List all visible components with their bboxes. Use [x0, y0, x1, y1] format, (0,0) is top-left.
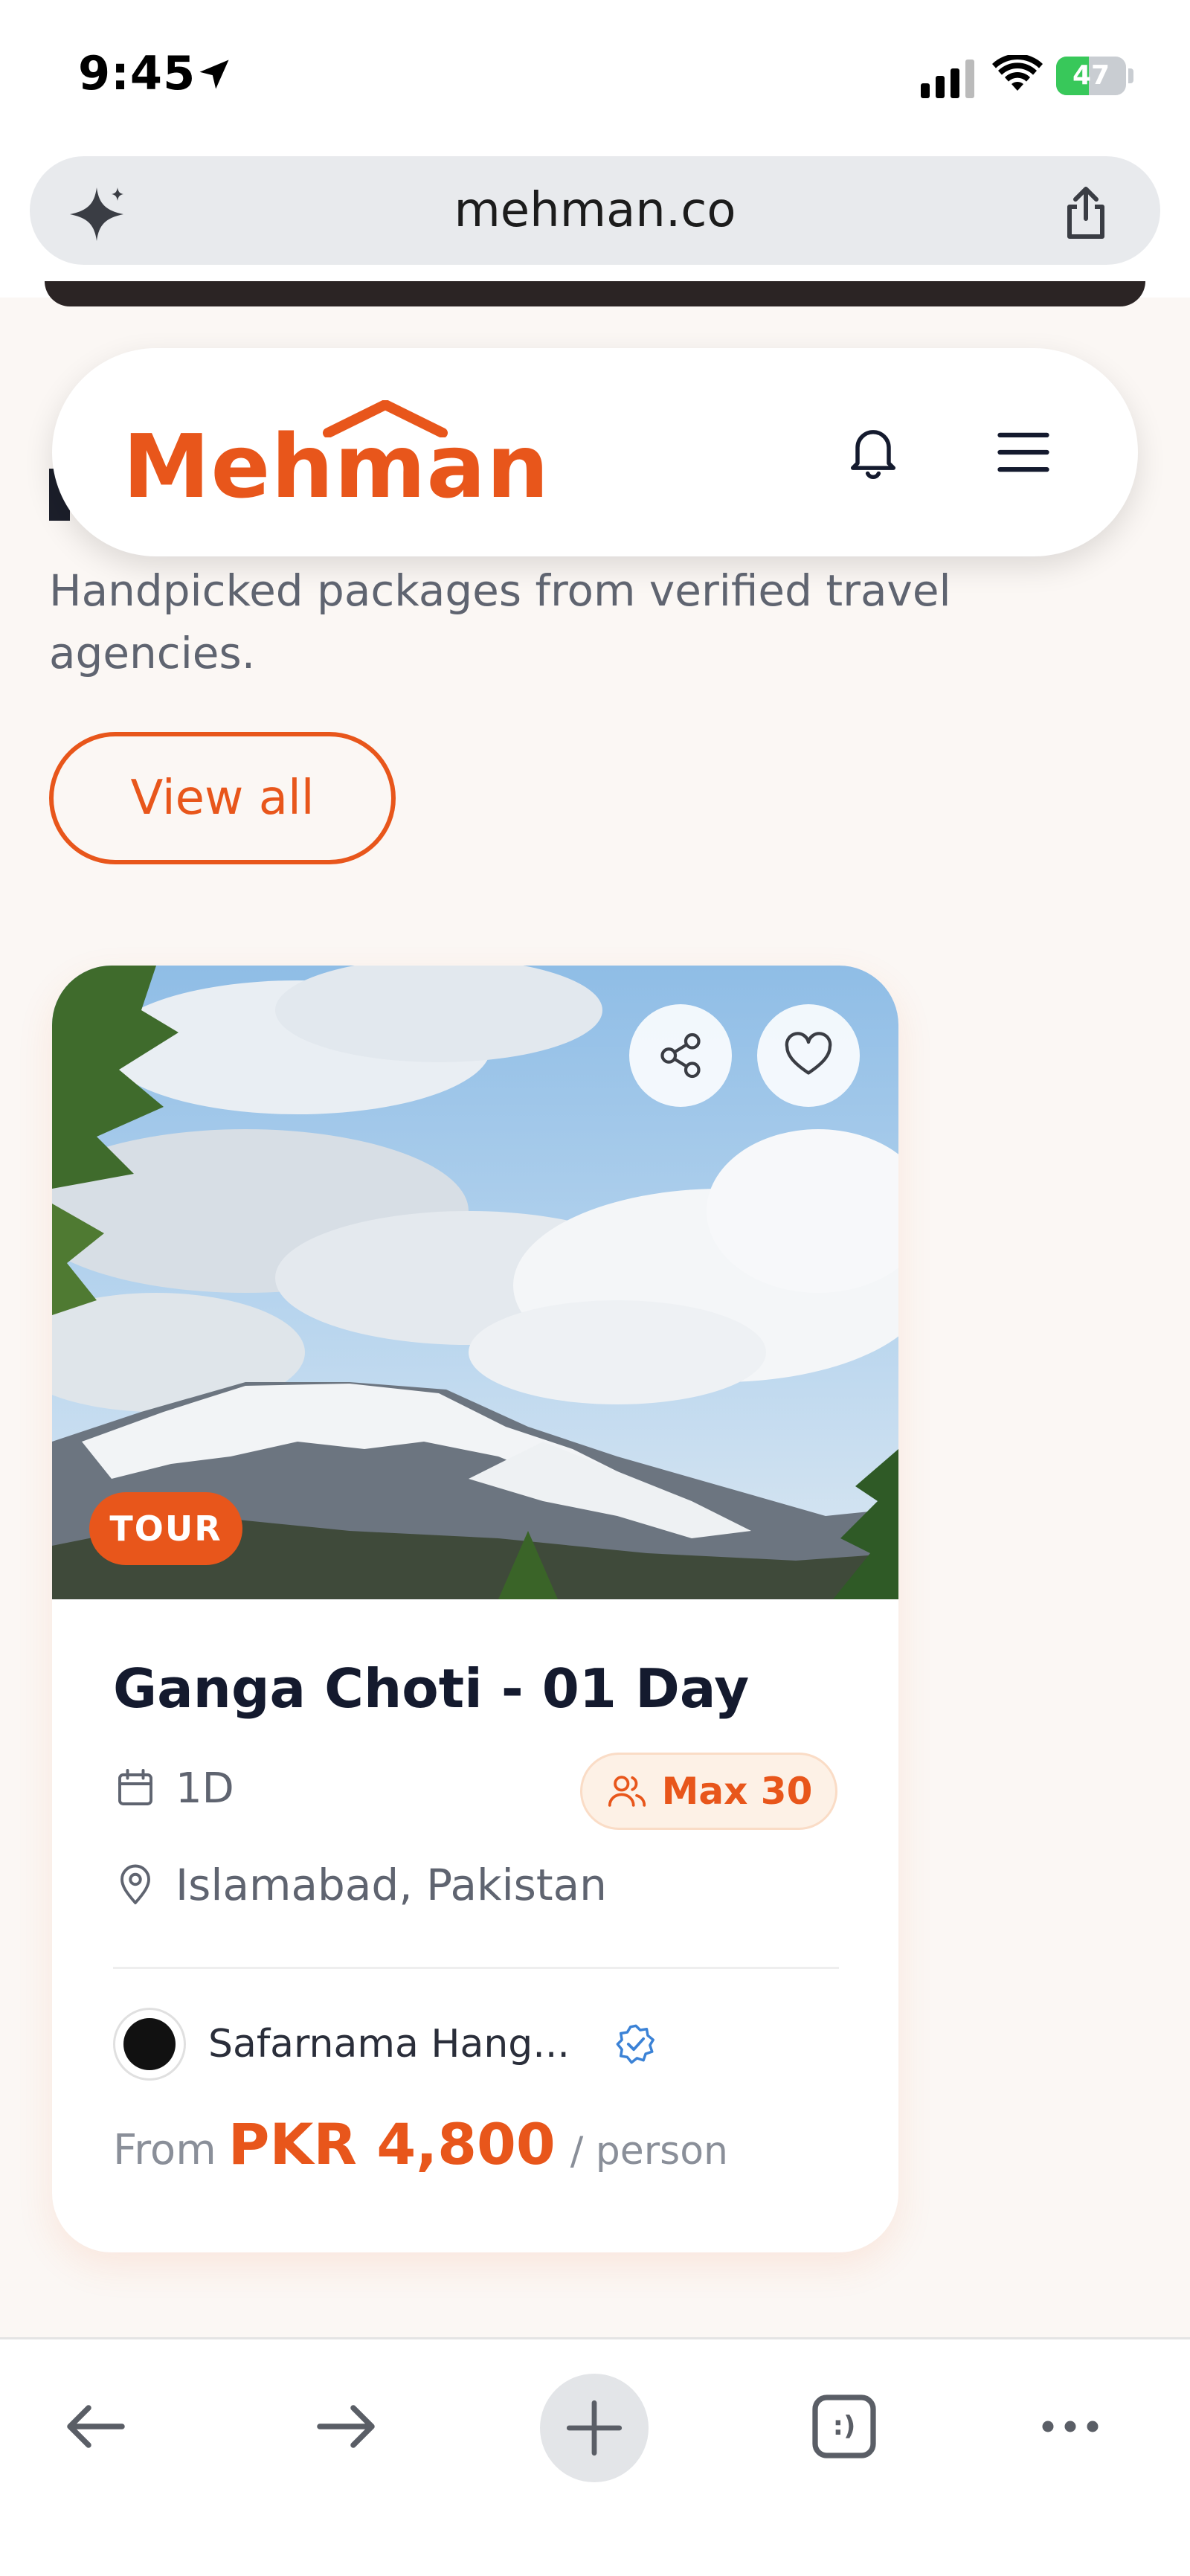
agency-row[interactable]: Safarnama Hang...	[113, 2007, 657, 2081]
card-divider	[113, 1967, 839, 1969]
package-card[interactable]: TOUR Ganga Choti - 01 Day 1D Max 30 Isla…	[52, 966, 898, 2252]
url-text[interactable]: mehman.co	[30, 156, 1160, 265]
forward-arrow-icon	[317, 2405, 375, 2448]
heart-icon	[785, 1032, 832, 1075]
section-subtitle: Handpicked packages from verified travel…	[49, 565, 951, 678]
max-capacity-text: Max 30	[661, 1770, 813, 1813]
tour-badge: TOUR	[89, 1492, 242, 1565]
back-button[interactable]	[48, 2378, 144, 2475]
share-icon[interactable]	[1056, 183, 1116, 242]
mehman-logo[interactable]: Mehman	[123, 400, 584, 518]
tabs-button[interactable]: :)	[796, 2378, 892, 2475]
cellular-signal-icon	[921, 60, 974, 98]
forward-button[interactable]	[298, 2378, 394, 2475]
back-arrow-icon	[67, 2405, 125, 2448]
package-title[interactable]: Ganga Choti - 01 Day	[113, 1657, 749, 1720]
page: 9:45 47 mehman.co Mehman Handpicked pack…	[0, 0, 1190, 2576]
tabs-face-text: :)	[832, 2411, 856, 2441]
verified-badge-icon	[616, 2024, 654, 2064]
max-capacity-badge: Max 30	[580, 1753, 837, 1830]
price-unit: / person	[570, 2129, 729, 2174]
price-value: PKR 4,800	[228, 2111, 556, 2177]
wifi-icon	[992, 55, 1043, 91]
app-header: Mehman	[52, 348, 1138, 556]
more-button[interactable]	[1022, 2378, 1119, 2475]
location-text: Islamabad, Pakistan	[176, 1860, 607, 1910]
view-all-button[interactable]: View all	[49, 732, 396, 864]
browser-toolbar: :)	[0, 2337, 1190, 2576]
agency-avatar	[113, 2008, 186, 2081]
bell-icon[interactable]	[842, 420, 904, 482]
location-arrow-icon	[199, 60, 229, 89]
logo-text: Mehman	[123, 415, 550, 518]
more-dots-icon	[1042, 2421, 1099, 2432]
battery-percent: 47	[1072, 60, 1110, 91]
battery-charging-icon: 47	[1056, 57, 1133, 95]
duration-text: 1D	[176, 1764, 234, 1813]
agency-name[interactable]: Safarnama Hang...	[208, 2022, 570, 2066]
duration-row: 1D	[113, 1760, 234, 1817]
location-row: Islamabad, Pakistan	[113, 1855, 607, 1915]
favorite-button[interactable]	[757, 1004, 860, 1107]
browser-url-area: mehman.co	[0, 141, 1190, 298]
share-button[interactable]	[629, 1004, 732, 1107]
plus-icon	[566, 2400, 623, 2456]
hero-image-edge	[45, 281, 1145, 306]
people-icon	[608, 1776, 646, 1807]
hamburger-menu-icon[interactable]	[992, 421, 1055, 484]
map-pin-icon	[120, 1864, 150, 1904]
status-bar: 9:45 47	[0, 0, 1190, 149]
new-tab-button[interactable]	[540, 2374, 649, 2482]
calendar-icon	[118, 1769, 152, 1805]
url-bar[interactable]: mehman.co	[30, 156, 1160, 265]
status-time: 9:45	[78, 46, 196, 100]
price-row: From PKR 4,800 / person	[113, 2111, 728, 2193]
share-icon	[660, 1032, 701, 1079]
price-prefix: From	[113, 2126, 216, 2174]
